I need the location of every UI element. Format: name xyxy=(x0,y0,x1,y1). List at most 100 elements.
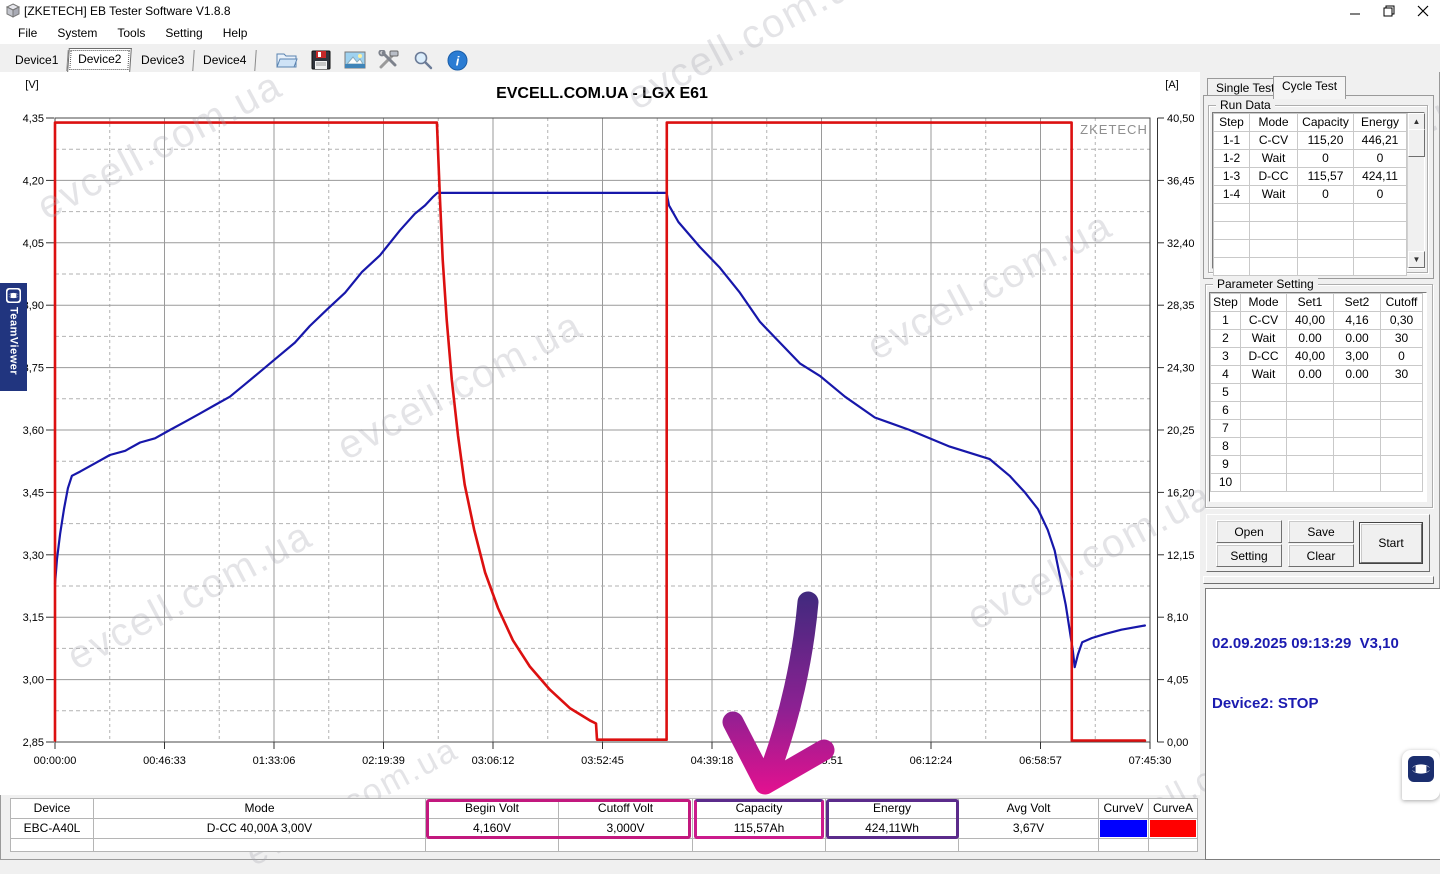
table-cell[interactable]: Wait xyxy=(1241,366,1287,384)
splitter-bar[interactable] xyxy=(1203,576,1434,584)
data-table: StepModeSet1Set2Cutoff1C-CV40,004,160,30… xyxy=(1210,293,1423,492)
table-cell[interactable]: 0.00 xyxy=(1334,366,1381,384)
table-cell[interactable]: 30 xyxy=(1381,330,1423,348)
table-row: 2Wait0.000.0030 xyxy=(1211,330,1423,348)
minimize-button[interactable] xyxy=(1338,0,1372,22)
table-cell[interactable] xyxy=(1287,420,1334,438)
y-left-unit-label: [V] xyxy=(25,79,38,91)
run-data-scrollbar[interactable]: ▲ ▼ xyxy=(1407,113,1424,268)
clear-button[interactable]: Clear xyxy=(1288,544,1354,567)
curve-v-swatch xyxy=(1099,819,1149,839)
table-cell: 0 xyxy=(1298,150,1354,168)
table-cell[interactable]: 9 xyxy=(1211,456,1241,474)
table-cell[interactable]: 10 xyxy=(1211,474,1241,492)
table-cell[interactable]: 40,00 xyxy=(1287,348,1334,366)
column-header: Device xyxy=(11,799,94,819)
table-cell[interactable]: 3 xyxy=(1211,348,1241,366)
run-data-group: Run Data StepModeCapacityEnergy1-1C-CV11… xyxy=(1208,105,1428,273)
axis-tick-label: 03:52:45 xyxy=(581,755,624,767)
table-cell: 0 xyxy=(1298,186,1354,204)
table-cell[interactable]: Wait xyxy=(1241,330,1287,348)
table-cell[interactable] xyxy=(1241,384,1287,402)
save-button[interactable]: Save xyxy=(1288,520,1354,543)
tab-cycle-test[interactable]: Cycle Test xyxy=(1273,76,1346,99)
teamviewer-side-tab[interactable]: TeamViewer xyxy=(0,283,27,391)
table-cell[interactable] xyxy=(1287,474,1334,492)
table-cell[interactable]: 0.00 xyxy=(1287,330,1334,348)
table-cell[interactable]: 1 xyxy=(1211,312,1241,330)
info-icon[interactable]: i xyxy=(445,48,469,72)
table-cell[interactable] xyxy=(1287,438,1334,456)
table-cell[interactable] xyxy=(1287,456,1334,474)
close-button[interactable] xyxy=(1406,0,1440,22)
svg-text:i: i xyxy=(456,53,460,68)
table-cell[interactable] xyxy=(1241,474,1287,492)
table-cell: 446,21 xyxy=(1354,132,1407,150)
table-cell[interactable]: D-CC xyxy=(1241,348,1287,366)
table-cell[interactable]: 0,30 xyxy=(1381,312,1423,330)
table-cell[interactable]: 0.00 xyxy=(1287,366,1334,384)
table-cell[interactable] xyxy=(1287,402,1334,420)
table-cell xyxy=(1354,222,1407,240)
zoom-icon[interactable] xyxy=(411,48,435,72)
table-cell[interactable] xyxy=(1241,438,1287,456)
table-cell[interactable] xyxy=(1241,456,1287,474)
table-cell[interactable] xyxy=(1334,420,1381,438)
table-cell[interactable]: 4,16 xyxy=(1334,312,1381,330)
teamviewer-badge[interactable] xyxy=(1402,750,1440,800)
menu-tools[interactable]: Tools xyxy=(107,24,155,42)
table-row: 1-2Wait00 xyxy=(1214,150,1407,168)
table-cell xyxy=(426,839,559,852)
table-cell[interactable] xyxy=(1334,402,1381,420)
table-cell xyxy=(1354,240,1407,258)
table-cell[interactable] xyxy=(1334,384,1381,402)
open-button[interactable]: Open xyxy=(1216,520,1282,543)
tools-icon[interactable] xyxy=(377,48,401,72)
table-cell[interactable]: 2 xyxy=(1211,330,1241,348)
table-cell[interactable] xyxy=(1241,420,1287,438)
table-cell[interactable] xyxy=(1287,384,1334,402)
scroll-up-icon[interactable]: ▲ xyxy=(1408,113,1425,130)
tab-device2[interactable]: Device2 xyxy=(68,48,133,72)
table-cell[interactable] xyxy=(1334,474,1381,492)
table-cell[interactable] xyxy=(1381,420,1423,438)
restore-button[interactable] xyxy=(1372,0,1406,22)
table-cell[interactable]: 30 xyxy=(1381,366,1423,384)
tab-device3[interactable]: Device3 xyxy=(131,50,195,71)
tab-device4[interactable]: Device4 xyxy=(193,50,257,71)
table-cell[interactable] xyxy=(1381,474,1423,492)
table-cell[interactable]: 0 xyxy=(1381,348,1423,366)
table-cell[interactable]: C-CV xyxy=(1241,312,1287,330)
table-cell[interactable] xyxy=(1381,402,1423,420)
table-cell xyxy=(1298,204,1354,222)
table-cell[interactable]: 8 xyxy=(1211,438,1241,456)
tab-device1[interactable]: Device1 xyxy=(5,50,69,71)
column-header: Avg Volt xyxy=(959,799,1099,819)
table-cell[interactable]: 4 xyxy=(1211,366,1241,384)
table-cell[interactable]: 3,00 xyxy=(1334,348,1381,366)
table-cell[interactable]: 6 xyxy=(1211,402,1241,420)
table-cell[interactable] xyxy=(1334,456,1381,474)
table-cell[interactable] xyxy=(1381,456,1423,474)
axis-tick-label: 40,50 xyxy=(1167,113,1195,125)
save-icon[interactable] xyxy=(309,48,333,72)
start-button[interactable]: Start xyxy=(1360,523,1422,563)
table-cell[interactable]: 40,00 xyxy=(1287,312,1334,330)
menu-setting[interactable]: Setting xyxy=(155,24,212,42)
table-cell[interactable]: 5 xyxy=(1211,384,1241,402)
table-cell[interactable]: 0.00 xyxy=(1334,330,1381,348)
table-cell[interactable] xyxy=(1241,402,1287,420)
menu-system[interactable]: System xyxy=(47,24,107,42)
open-folder-icon[interactable] xyxy=(275,48,299,72)
table-cell[interactable]: 7 xyxy=(1211,420,1241,438)
table-cell[interactable] xyxy=(1334,438,1381,456)
menu-file[interactable]: File xyxy=(8,24,47,42)
menu-help[interactable]: Help xyxy=(213,24,258,42)
scroll-down-icon[interactable]: ▼ xyxy=(1408,251,1425,268)
setting-button[interactable]: Setting xyxy=(1216,544,1282,567)
scrollbar-thumb[interactable] xyxy=(1408,129,1425,157)
table-cell: 1-1 xyxy=(1214,132,1250,150)
table-cell[interactable] xyxy=(1381,384,1423,402)
table-cell[interactable] xyxy=(1381,438,1423,456)
image-icon[interactable] xyxy=(343,48,367,72)
